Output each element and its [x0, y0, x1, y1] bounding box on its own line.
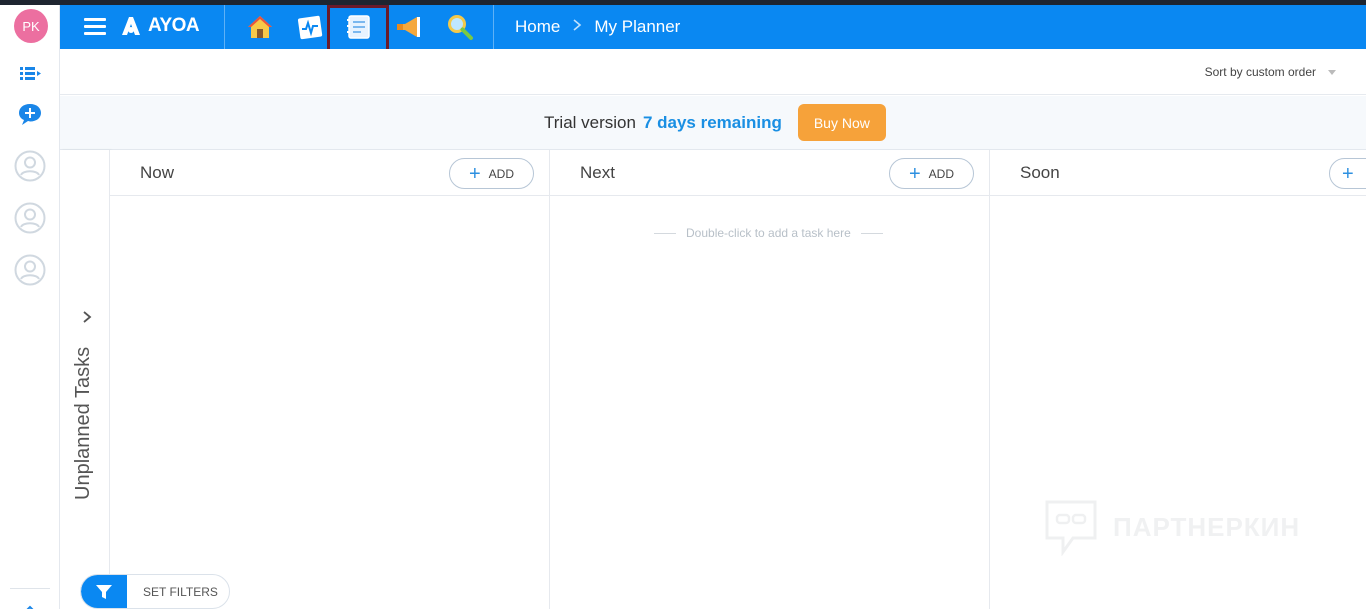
set-filters-button[interactable]: SET FILTERS — [80, 574, 230, 609]
sort-label: Sort by custom order — [1204, 65, 1316, 79]
add-task-button[interactable]: + — [1329, 158, 1366, 189]
activity-icon[interactable] — [295, 12, 325, 42]
buy-now-button[interactable]: Buy Now — [797, 104, 886, 141]
rail-divider — [10, 588, 50, 589]
column-header: Now + ADD — [110, 150, 549, 196]
unplanned-tasks-label: Unplanned Tasks — [72, 346, 94, 500]
column-title: Now — [140, 163, 175, 182]
announcement-icon[interactable] — [393, 12, 423, 42]
breadcrumb-home[interactable]: Home — [515, 17, 560, 37]
add-task-button[interactable]: + ADD — [449, 158, 534, 189]
logo-icon — [122, 17, 140, 35]
breadcrumb: Home My Planner — [515, 17, 680, 37]
chevron-up-icon[interactable] — [22, 601, 38, 609]
chat-icon[interactable] — [14, 98, 46, 130]
app-logo[interactable]: AYOA — [118, 13, 200, 39]
task-list-icon[interactable] — [14, 57, 46, 89]
chevron-right-icon — [572, 18, 582, 37]
add-label: ADD — [488, 166, 515, 181]
plus-icon: + — [908, 162, 921, 185]
chevron-down-icon — [1328, 69, 1336, 75]
user-placeholder-icon[interactable] — [14, 202, 46, 234]
set-filters-label: SET FILTERS — [143, 584, 218, 599]
active-nav-highlight — [327, 5, 389, 53]
plus-icon: + — [1342, 162, 1354, 185]
logo-text: AYOA — [148, 15, 200, 36]
column-now[interactable]: Now + ADD — [110, 150, 550, 609]
chevron-right-icon[interactable] — [80, 310, 94, 324]
trial-banner: Trial version 7 days remaining Buy Now — [60, 96, 1366, 150]
search-icon[interactable] — [445, 12, 475, 42]
column-header: Soon + — [990, 150, 1366, 196]
column-title: Soon — [1020, 163, 1060, 182]
user-placeholder-icon[interactable] — [14, 254, 46, 286]
hint-divider — [654, 232, 676, 234]
watermark-text: ПАРТНЕРКИН — [1113, 511, 1301, 542]
column-header: Next + ADD — [550, 150, 989, 196]
column-next[interactable]: Next + ADD Double-click to add a task he… — [550, 150, 990, 609]
hint-text: Double-click to add a task here — [686, 226, 851, 240]
menu-icon[interactable] — [84, 18, 106, 36]
watermark-logo-icon — [1045, 500, 1097, 556]
sort-dropdown[interactable]: Sort by custom order — [1205, 65, 1336, 79]
plus-icon: + — [468, 162, 481, 185]
topbar-divider — [224, 5, 225, 49]
unplanned-tasks-panel[interactable]: Unplanned Tasks — [60, 150, 110, 609]
add-label: ADD — [928, 166, 955, 181]
trial-remaining: 7 days remaining — [642, 112, 782, 132]
user-placeholder-icon[interactable] — [14, 150, 46, 182]
avatar[interactable]: PK — [14, 9, 48, 43]
topbar-divider — [493, 5, 494, 49]
breadcrumb-current: My Planner — [594, 17, 681, 36]
add-task-button[interactable]: + ADD — [889, 158, 974, 189]
empty-column-hint: Double-click to add a task here — [654, 226, 883, 240]
watermark: ПАРТНЕРКИН — [1043, 498, 1300, 556]
sort-bar: Sort by custom order — [60, 49, 1366, 95]
top-bar: AYOA Home My Planner — [60, 5, 1366, 53]
filter-icon — [81, 575, 127, 608]
home-icon[interactable] — [245, 12, 275, 42]
column-title: Next — [580, 163, 615, 182]
left-rail: PK — [0, 5, 60, 609]
trial-text: Trial version — [544, 112, 636, 132]
hint-divider — [860, 232, 883, 234]
